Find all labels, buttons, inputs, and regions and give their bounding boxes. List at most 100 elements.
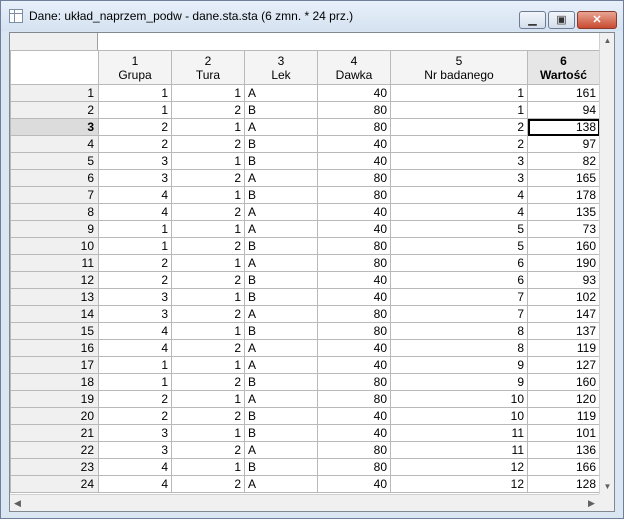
grid-cell[interactable]: 1	[171, 152, 245, 170]
grid-cell[interactable]: 12	[390, 475, 528, 493]
close-button[interactable]: ✕	[577, 11, 617, 29]
grid-cell[interactable]: B	[244, 271, 318, 289]
grid-cell[interactable]: 128	[527, 475, 600, 493]
grid-cell[interactable]: 80	[317, 458, 391, 476]
grid-cell[interactable]: B	[244, 288, 318, 306]
grid-cell[interactable]: 2	[171, 271, 245, 289]
grid-cell[interactable]: 2	[98, 135, 172, 153]
grid-cell[interactable]: 3	[98, 169, 172, 187]
grid-cell[interactable]: 6	[390, 271, 528, 289]
grid-cell[interactable]: 136	[527, 441, 600, 459]
grid-cell[interactable]: 1	[171, 186, 245, 204]
grid-cell[interactable]: 40	[317, 356, 391, 374]
grid-cell[interactable]: 2	[171, 339, 245, 357]
column-header-6[interactable]: 6 Wartość	[527, 50, 600, 85]
grid-cell[interactable]: 3	[98, 305, 172, 323]
grid-cell[interactable]: 40	[317, 407, 391, 425]
row-header[interactable]: 1	[10, 84, 99, 102]
grid-cell[interactable]: 40	[317, 339, 391, 357]
grid-cell[interactable]: B	[244, 135, 318, 153]
grid-cell[interactable]: 147	[527, 305, 600, 323]
column-header-4[interactable]: 4 Dawka	[317, 50, 391, 85]
grid-cell[interactable]: 1	[98, 220, 172, 238]
grid-cell[interactable]: 80	[317, 390, 391, 408]
grid-cell[interactable]: 2	[171, 373, 245, 391]
grid-cell[interactable]: 2	[171, 169, 245, 187]
grid-cell[interactable]: 80	[317, 186, 391, 204]
row-header[interactable]: 21	[10, 424, 99, 442]
grid-cell[interactable]: 1	[171, 356, 245, 374]
grid-cell[interactable]: 3	[390, 152, 528, 170]
grid-cell[interactable]: 2	[171, 101, 245, 119]
grid-cell[interactable]: 1	[171, 390, 245, 408]
grid-cell[interactable]: 166	[527, 458, 600, 476]
grid-cell[interactable]: 190	[527, 254, 600, 272]
grid-cell[interactable]: 1	[171, 458, 245, 476]
grid-cell[interactable]: 4	[98, 203, 172, 221]
grid-cell[interactable]: 80	[317, 101, 391, 119]
grid-cell[interactable]: A	[244, 339, 318, 357]
grid-cell[interactable]: 1	[98, 373, 172, 391]
scroll-down-arrow-icon[interactable]: ▼	[600, 479, 614, 494]
grid-cell[interactable]: 40	[317, 475, 391, 493]
grid-cell[interactable]: 8	[390, 322, 528, 340]
grid-cell[interactable]: 1	[171, 118, 245, 136]
grid-cell[interactable]: 93	[527, 271, 600, 289]
grid-cell[interactable]: 80	[317, 373, 391, 391]
grid-cell[interactable]: 4	[98, 339, 172, 357]
row-header[interactable]: 13	[10, 288, 99, 306]
size-grip[interactable]	[599, 494, 614, 511]
column-header-5[interactable]: 5 Nr badanego	[390, 50, 528, 85]
maximize-button[interactable]: ▣	[548, 11, 575, 29]
grid-cell[interactable]: 2	[171, 135, 245, 153]
grid-cell[interactable]: 73	[527, 220, 600, 238]
grid-cell[interactable]: 11	[390, 441, 528, 459]
grid-cell[interactable]: B	[244, 424, 318, 442]
grid-cell[interactable]: 161	[527, 84, 600, 102]
row-header-corner[interactable]	[10, 50, 99, 85]
grid-cell[interactable]: 160	[527, 373, 600, 391]
grid-cell[interactable]: 2	[98, 254, 172, 272]
grid-cell[interactable]: 138	[527, 118, 600, 136]
grid-cell[interactable]: 135	[527, 203, 600, 221]
grid-cell[interactable]: 8	[390, 339, 528, 357]
grid-cell[interactable]: 3	[390, 169, 528, 187]
scroll-right-arrow-icon[interactable]: ▶	[584, 495, 599, 511]
row-header[interactable]: 24	[10, 475, 99, 493]
grid-cell[interactable]: 6	[390, 254, 528, 272]
grid-cell[interactable]: 3	[98, 441, 172, 459]
grid-cell[interactable]: 1	[171, 84, 245, 102]
grid-cell[interactable]: B	[244, 322, 318, 340]
grid-cell[interactable]: 80	[317, 322, 391, 340]
row-header[interactable]: 8	[10, 203, 99, 221]
row-header[interactable]: 9	[10, 220, 99, 238]
grid-cell[interactable]: 12	[390, 458, 528, 476]
grid-cell[interactable]: A	[244, 356, 318, 374]
grid-cell[interactable]: 5	[390, 220, 528, 238]
grid-cell[interactable]: 40	[317, 271, 391, 289]
row-header[interactable]: 2	[10, 101, 99, 119]
grid-cell[interactable]: 82	[527, 152, 600, 170]
grid-cell[interactable]: 120	[527, 390, 600, 408]
row-header[interactable]: 6	[10, 169, 99, 187]
grid-cell[interactable]: 40	[317, 424, 391, 442]
grid-cell[interactable]: B	[244, 373, 318, 391]
grid-cell[interactable]: 137	[527, 322, 600, 340]
column-header-1[interactable]: 1 Grupa	[98, 50, 172, 85]
grid-cell[interactable]: 4	[98, 322, 172, 340]
row-header[interactable]: 23	[10, 458, 99, 476]
grid-cell[interactable]: 2	[171, 441, 245, 459]
grid-cell[interactable]: 9	[390, 356, 528, 374]
grid-cell[interactable]: 5	[390, 237, 528, 255]
horizontal-scrollbar[interactable]: ◀ ▶	[10, 494, 599, 511]
scroll-left-arrow-icon[interactable]: ◀	[10, 495, 25, 511]
grid-cell[interactable]: B	[244, 407, 318, 425]
grid-cell[interactable]: 1	[98, 101, 172, 119]
grid-cell[interactable]: 165	[527, 169, 600, 187]
grid-cell[interactable]: 3	[98, 288, 172, 306]
grid-cell[interactable]: 2	[98, 407, 172, 425]
grid-cell[interactable]: 119	[527, 407, 600, 425]
grid-cell[interactable]: 2	[171, 475, 245, 493]
minimize-button[interactable]: ▁	[519, 11, 546, 29]
grid-cell[interactable]: 40	[317, 288, 391, 306]
